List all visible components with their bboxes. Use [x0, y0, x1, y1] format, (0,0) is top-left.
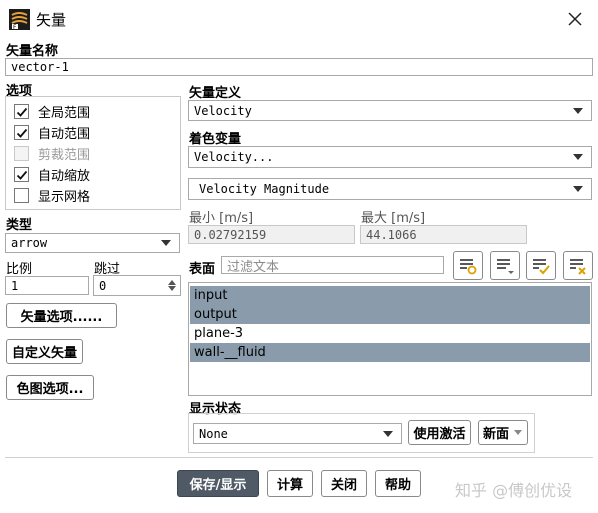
watermark: 知乎 @傅创优设 — [455, 481, 573, 500]
list-item[interactable]: output — [190, 305, 590, 324]
list-dropdown-icon — [497, 258, 514, 274]
display-state-dropdown[interactable]: None — [193, 423, 402, 444]
surface-list[interactable]: input output plane-3 wall-__fluid — [188, 282, 592, 396]
surface-filter-placeholder: 过滤文本 — [227, 259, 280, 275]
svg-text:F: F — [13, 24, 17, 30]
type-dropdown[interactable]: arrow — [5, 233, 180, 253]
min-value: 0.02792159 — [194, 227, 267, 242]
close-button[interactable] — [560, 5, 590, 33]
close-dialog-button[interactable]: 关闭 — [321, 470, 367, 497]
list-select-icon — [460, 258, 477, 274]
chevron-down-icon — [573, 154, 583, 160]
skip-stepper[interactable]: 0 — [93, 275, 181, 296]
checkbox-disabled — [14, 146, 29, 161]
custom-vector-button[interactable]: 自定义矢量 — [6, 339, 83, 364]
scale-input[interactable]: 1 — [5, 276, 89, 295]
surfaces-label: 表面 — [189, 262, 216, 277]
display-state-value: None — [199, 426, 228, 441]
type-label: 类型 — [6, 218, 33, 233]
select-surfaces-button[interactable] — [453, 251, 483, 280]
scale-value: 1 — [11, 278, 19, 293]
chevron-down-icon — [383, 430, 393, 437]
checkbox-checked[interactable] — [14, 167, 29, 182]
chevron-down-icon — [573, 186, 583, 192]
help-button[interactable]: 帮助 — [375, 470, 421, 497]
min-value-field: 0.02792159 — [188, 225, 355, 244]
scale-label: 比例 — [6, 262, 33, 277]
list-item[interactable]: input — [190, 286, 590, 305]
surface-filter-input[interactable]: 过滤文本 — [221, 256, 444, 275]
color-by-dropdown[interactable]: Velocity... — [188, 146, 592, 168]
option-label: 显示网格 — [38, 190, 91, 205]
type-value: arrow — [11, 236, 48, 250]
check-icon — [16, 128, 27, 138]
color-by-value: Velocity... — [194, 150, 274, 164]
vector-definition-value: Velocity — [194, 103, 252, 118]
use-active-button[interactable]: 使用激活 — [408, 420, 471, 445]
color-by-sub-value: Velocity Magnitude — [199, 182, 330, 196]
list-clear-icon — [570, 258, 586, 275]
option-label: 自动范围 — [38, 127, 91, 142]
vector-name-input[interactable]: vector-1 — [5, 58, 593, 76]
max-label: 最大 [m/s] — [361, 211, 426, 226]
fluent-app-icon: F — [9, 9, 30, 31]
list-item[interactable]: plane-3 — [190, 324, 590, 343]
close-icon — [568, 12, 582, 26]
option-auto-range[interactable]: 自动范围 — [14, 123, 90, 142]
window-title: 矢量 — [36, 11, 67, 29]
vector-definition-dropdown[interactable]: Velocity — [188, 100, 592, 121]
option-clip-range: 剪裁范围 — [14, 144, 90, 163]
compute-button[interactable]: 计算 — [267, 470, 313, 497]
checkbox-unchecked[interactable] — [14, 188, 29, 203]
option-auto-scale[interactable]: 自动缩放 — [14, 165, 90, 184]
checkbox-checked[interactable] — [14, 104, 29, 119]
option-label: 剪裁范围 — [38, 148, 91, 163]
color-by-label: 着色变量 — [189, 132, 242, 147]
spin-up-icon[interactable] — [168, 280, 176, 285]
vector-name-value: vector-1 — [11, 60, 69, 74]
list-options-button[interactable] — [490, 251, 520, 280]
max-value: 44.1066 — [366, 227, 417, 242]
new-surface-label: 新面 — [483, 427, 510, 442]
vector-options-button[interactable]: 矢量选项...... — [6, 303, 117, 328]
check-icon — [16, 107, 27, 117]
option-label: 自动缩放 — [38, 169, 91, 184]
option-global-range[interactable]: 全局范围 — [14, 102, 90, 121]
color-by-sub-dropdown[interactable]: Velocity Magnitude — [188, 178, 592, 200]
list-item[interactable]: wall-__fluid — [190, 343, 590, 362]
vector-name-label: 矢量名称 — [6, 44, 59, 59]
vector-definition-label: 矢量定义 — [189, 86, 242, 101]
chevron-down-icon — [573, 107, 583, 114]
save-display-button[interactable]: 保存/显示 — [177, 470, 259, 497]
title-bar: F 矢量 — [0, 0, 598, 38]
select-all-button[interactable] — [526, 251, 556, 280]
footer-separator — [5, 457, 593, 458]
min-label: 最小 [m/s] — [189, 211, 254, 226]
deselect-all-button[interactable] — [563, 251, 593, 280]
spin-down-icon[interactable] — [168, 286, 176, 291]
new-surface-button[interactable]: 新面 — [478, 420, 528, 445]
skip-value: 0 — [99, 278, 107, 293]
option-show-mesh[interactable]: 显示网格 — [14, 186, 90, 205]
chevron-down-icon — [514, 429, 522, 435]
check-icon — [16, 170, 27, 180]
checkbox-checked[interactable] — [14, 125, 29, 140]
colormap-options-button[interactable]: 色图选项... — [6, 375, 94, 400]
max-value-field: 44.1066 — [360, 225, 527, 244]
option-label: 全局范围 — [38, 106, 91, 121]
list-check-icon — [533, 258, 550, 274]
chevron-down-icon — [161, 240, 171, 246]
options-group: 全局范围 自动范围 剪裁范围 自动缩放 显示网格 — [5, 96, 181, 210]
